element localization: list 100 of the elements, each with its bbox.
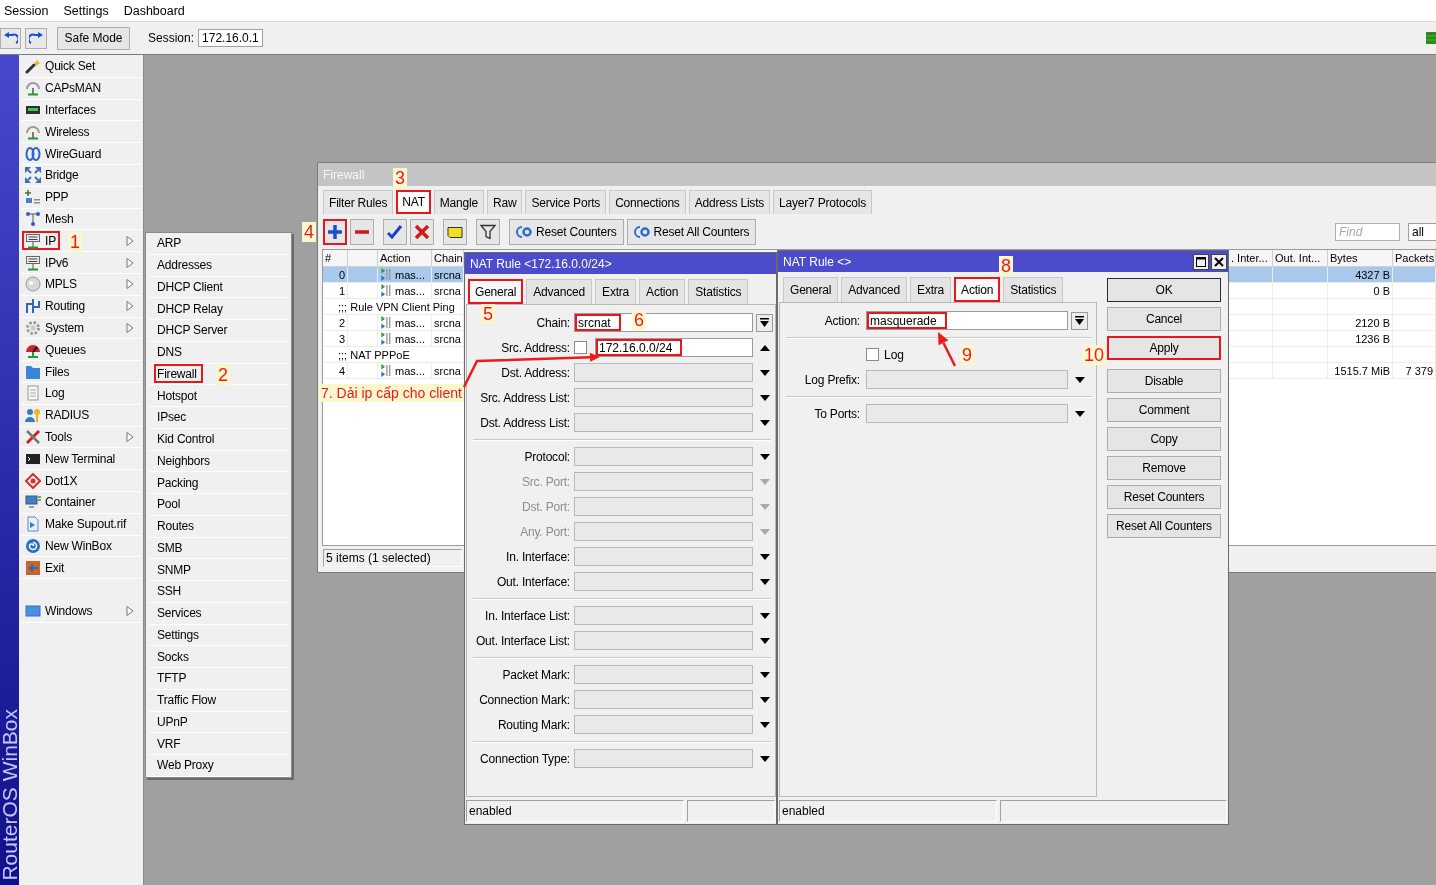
sidebar-item[interactable]: Exit <box>22 558 69 578</box>
dialog-button[interactable]: Comment <box>1107 398 1221 422</box>
tab[interactable]: Raw <box>486 190 523 214</box>
column-header[interactable]: Packets <box>1395 252 1435 264</box>
column-header[interactable]: Out. Int... <box>1275 252 1321 264</box>
column-header[interactable]: # <box>325 252 332 264</box>
dropdown-arrow-icon[interactable] <box>760 394 770 401</box>
dialog-button[interactable]: Reset Counters <box>1107 485 1221 509</box>
column-header[interactable]: . Inter... <box>1231 252 1268 264</box>
dropdown-arrow-icon[interactable] <box>760 755 770 762</box>
input-field[interactable] <box>574 690 753 709</box>
input-field[interactable] <box>574 631 753 650</box>
sidebar-item[interactable]: Files <box>22 362 74 382</box>
collapse-arrow-icon[interactable] <box>760 344 770 351</box>
dialog-button[interactable]: Cancel <box>1107 307 1221 331</box>
session-field[interactable]: 172.16.0.1 <box>198 29 263 47</box>
redo-button[interactable] <box>25 27 47 49</box>
submenu-item[interactable]: UPnP <box>154 712 194 732</box>
column-header[interactable]: Bytes <box>1330 252 1358 264</box>
checkbox[interactable] <box>866 348 879 361</box>
submenu-item[interactable]: Traffic Flow <box>154 690 222 710</box>
sidebar-item[interactable]: Quick Set <box>22 56 100 76</box>
sidebar-item[interactable]: RADIUS <box>22 405 94 425</box>
dropdown-arrow-icon[interactable] <box>1075 410 1085 417</box>
submenu-item[interactable]: Socks <box>154 647 195 667</box>
menu-item[interactable]: Session <box>4 3 49 18</box>
dropdown-arrow-icon[interactable] <box>760 419 770 426</box>
input-field[interactable]: 172.16.0.0/24 <box>595 338 753 357</box>
dropdown-arrow-icon[interactable] <box>760 453 770 460</box>
dialog-button[interactable]: Remove <box>1107 456 1221 480</box>
tab[interactable]: Connections <box>609 190 686 214</box>
sidebar-item[interactable]: PPP <box>22 187 73 207</box>
input-field[interactable] <box>574 547 753 566</box>
menu-item[interactable]: Settings <box>63 3 109 18</box>
dropdown-arrow-icon[interactable] <box>760 612 770 619</box>
reset-button[interactable]: Reset Counters <box>509 219 624 245</box>
input-field[interactable] <box>574 665 753 684</box>
submenu-item[interactable]: VRF <box>154 734 187 754</box>
add-button[interactable] <box>323 219 347 245</box>
enable-button[interactable] <box>383 219 407 245</box>
sidebar-item[interactable]: Mesh <box>22 209 78 229</box>
maximize-button[interactable] <box>1193 253 1209 270</box>
dialog-button[interactable]: Copy <box>1107 427 1221 451</box>
undo-button[interactable] <box>0 27 21 49</box>
submenu-item[interactable]: DHCP Relay <box>154 299 229 319</box>
dropdown-arrow-icon[interactable] <box>760 671 770 678</box>
input-field[interactable] <box>574 388 753 407</box>
tab[interactable]: Layer7 Protocols <box>773 190 872 214</box>
tab[interactable]: General <box>783 277 839 302</box>
tab[interactable]: Mangle <box>433 190 484 214</box>
tab[interactable]: Extra <box>595 279 637 304</box>
tab[interactable]: Statistics <box>688 279 749 304</box>
tab[interactable]: Statistics <box>1003 277 1064 302</box>
sidebar-item[interactable]: Wireless <box>22 122 94 142</box>
dropdown-arrow-icon[interactable] <box>760 369 770 376</box>
input-field[interactable] <box>574 363 753 382</box>
sidebar-item[interactable]: MPLS <box>22 274 81 294</box>
sidebar-item[interactable]: New Terminal <box>22 449 120 469</box>
sidebar-item[interactable]: Routing <box>22 296 89 316</box>
submenu-item[interactable]: DHCP Server <box>154 320 234 340</box>
submenu-item[interactable]: SMB <box>154 538 189 558</box>
sidebar-item[interactable]: Queues <box>22 340 90 360</box>
sidebar-item[interactable]: IP <box>22 231 60 251</box>
dropdown-arrow-icon[interactable] <box>1075 376 1085 383</box>
submenu-item[interactable]: Packing <box>154 473 205 493</box>
dropdown-arrow-icon[interactable] <box>760 578 770 585</box>
submenu-item[interactable]: Firewall <box>154 364 203 384</box>
submenu-item[interactable]: SNMP <box>154 560 197 580</box>
submenu-item[interactable]: Addresses <box>154 255 218 275</box>
input-field[interactable] <box>574 572 753 591</box>
dropdown-arrow-icon[interactable] <box>760 696 770 703</box>
comment-button[interactable] <box>443 219 467 245</box>
submenu-item[interactable]: TFTP <box>154 668 193 688</box>
scope-dropdown[interactable]: all <box>1408 223 1436 241</box>
dropdown-button[interactable] <box>1071 311 1088 330</box>
negate-checkbox[interactable] <box>574 341 587 354</box>
sidebar-item[interactable]: WireGuard <box>22 144 106 164</box>
submenu-item[interactable]: Pool <box>154 494 187 514</box>
submenu-item[interactable]: DNS <box>154 342 188 362</box>
remove-button[interactable] <box>350 219 374 245</box>
input-field[interactable] <box>866 370 1068 389</box>
tab[interactable]: Advanced <box>841 277 908 302</box>
tab[interactable]: Extra <box>910 277 952 302</box>
input-field[interactable] <box>574 749 753 768</box>
find-field[interactable]: Find <box>1335 223 1400 241</box>
submenu-item[interactable]: DHCP Client <box>154 277 229 297</box>
close-button[interactable] <box>1211 253 1227 270</box>
submenu-item[interactable]: Web Proxy <box>154 755 220 775</box>
dialog-button[interactable]: Apply <box>1107 336 1221 360</box>
submenu-item[interactable]: Routes <box>154 516 200 536</box>
column-header[interactable]: Action <box>380 252 411 264</box>
dialog-button[interactable]: Reset All Counters <box>1107 514 1221 538</box>
sidebar-item[interactable]: New WinBox <box>22 536 116 556</box>
submenu-item[interactable]: IPsec <box>154 407 192 427</box>
submenu-item[interactable]: Settings <box>154 625 205 645</box>
sidebar-item[interactable]: System <box>22 318 88 338</box>
tab[interactable]: Advanced <box>526 279 593 304</box>
column-header[interactable]: Chain <box>434 252 463 264</box>
tab[interactable]: Action <box>954 277 1001 302</box>
tab[interactable]: Address Lists <box>688 190 771 214</box>
